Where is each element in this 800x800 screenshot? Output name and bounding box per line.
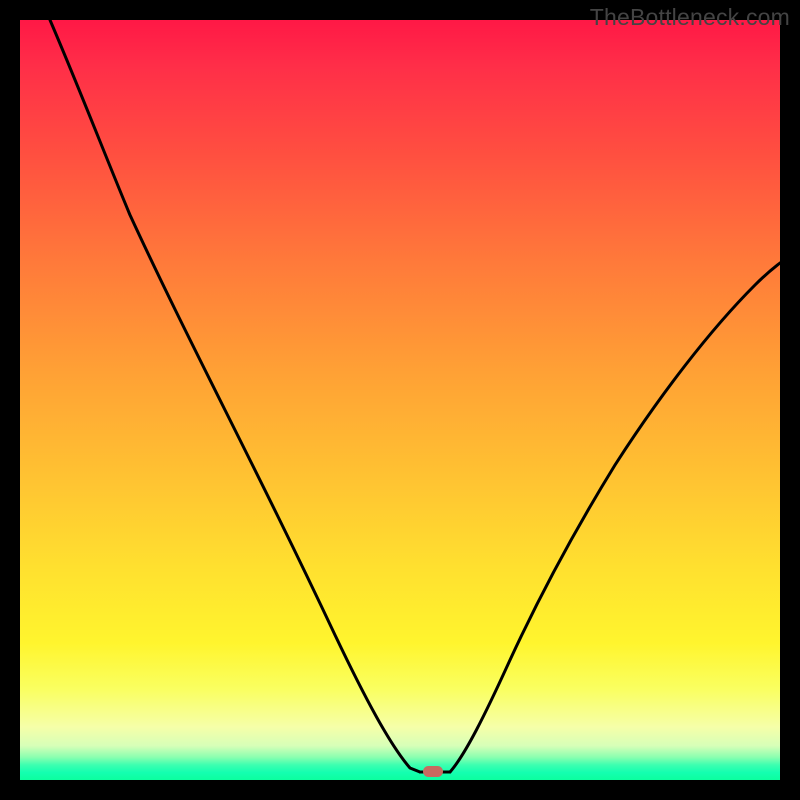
- chart-canvas: TheBottleneck.com: [0, 0, 800, 800]
- optimal-marker: [423, 766, 443, 777]
- plot-area: [20, 20, 780, 780]
- bottleneck-curve: [20, 20, 780, 780]
- watermark-text: TheBottleneck.com: [590, 4, 790, 31]
